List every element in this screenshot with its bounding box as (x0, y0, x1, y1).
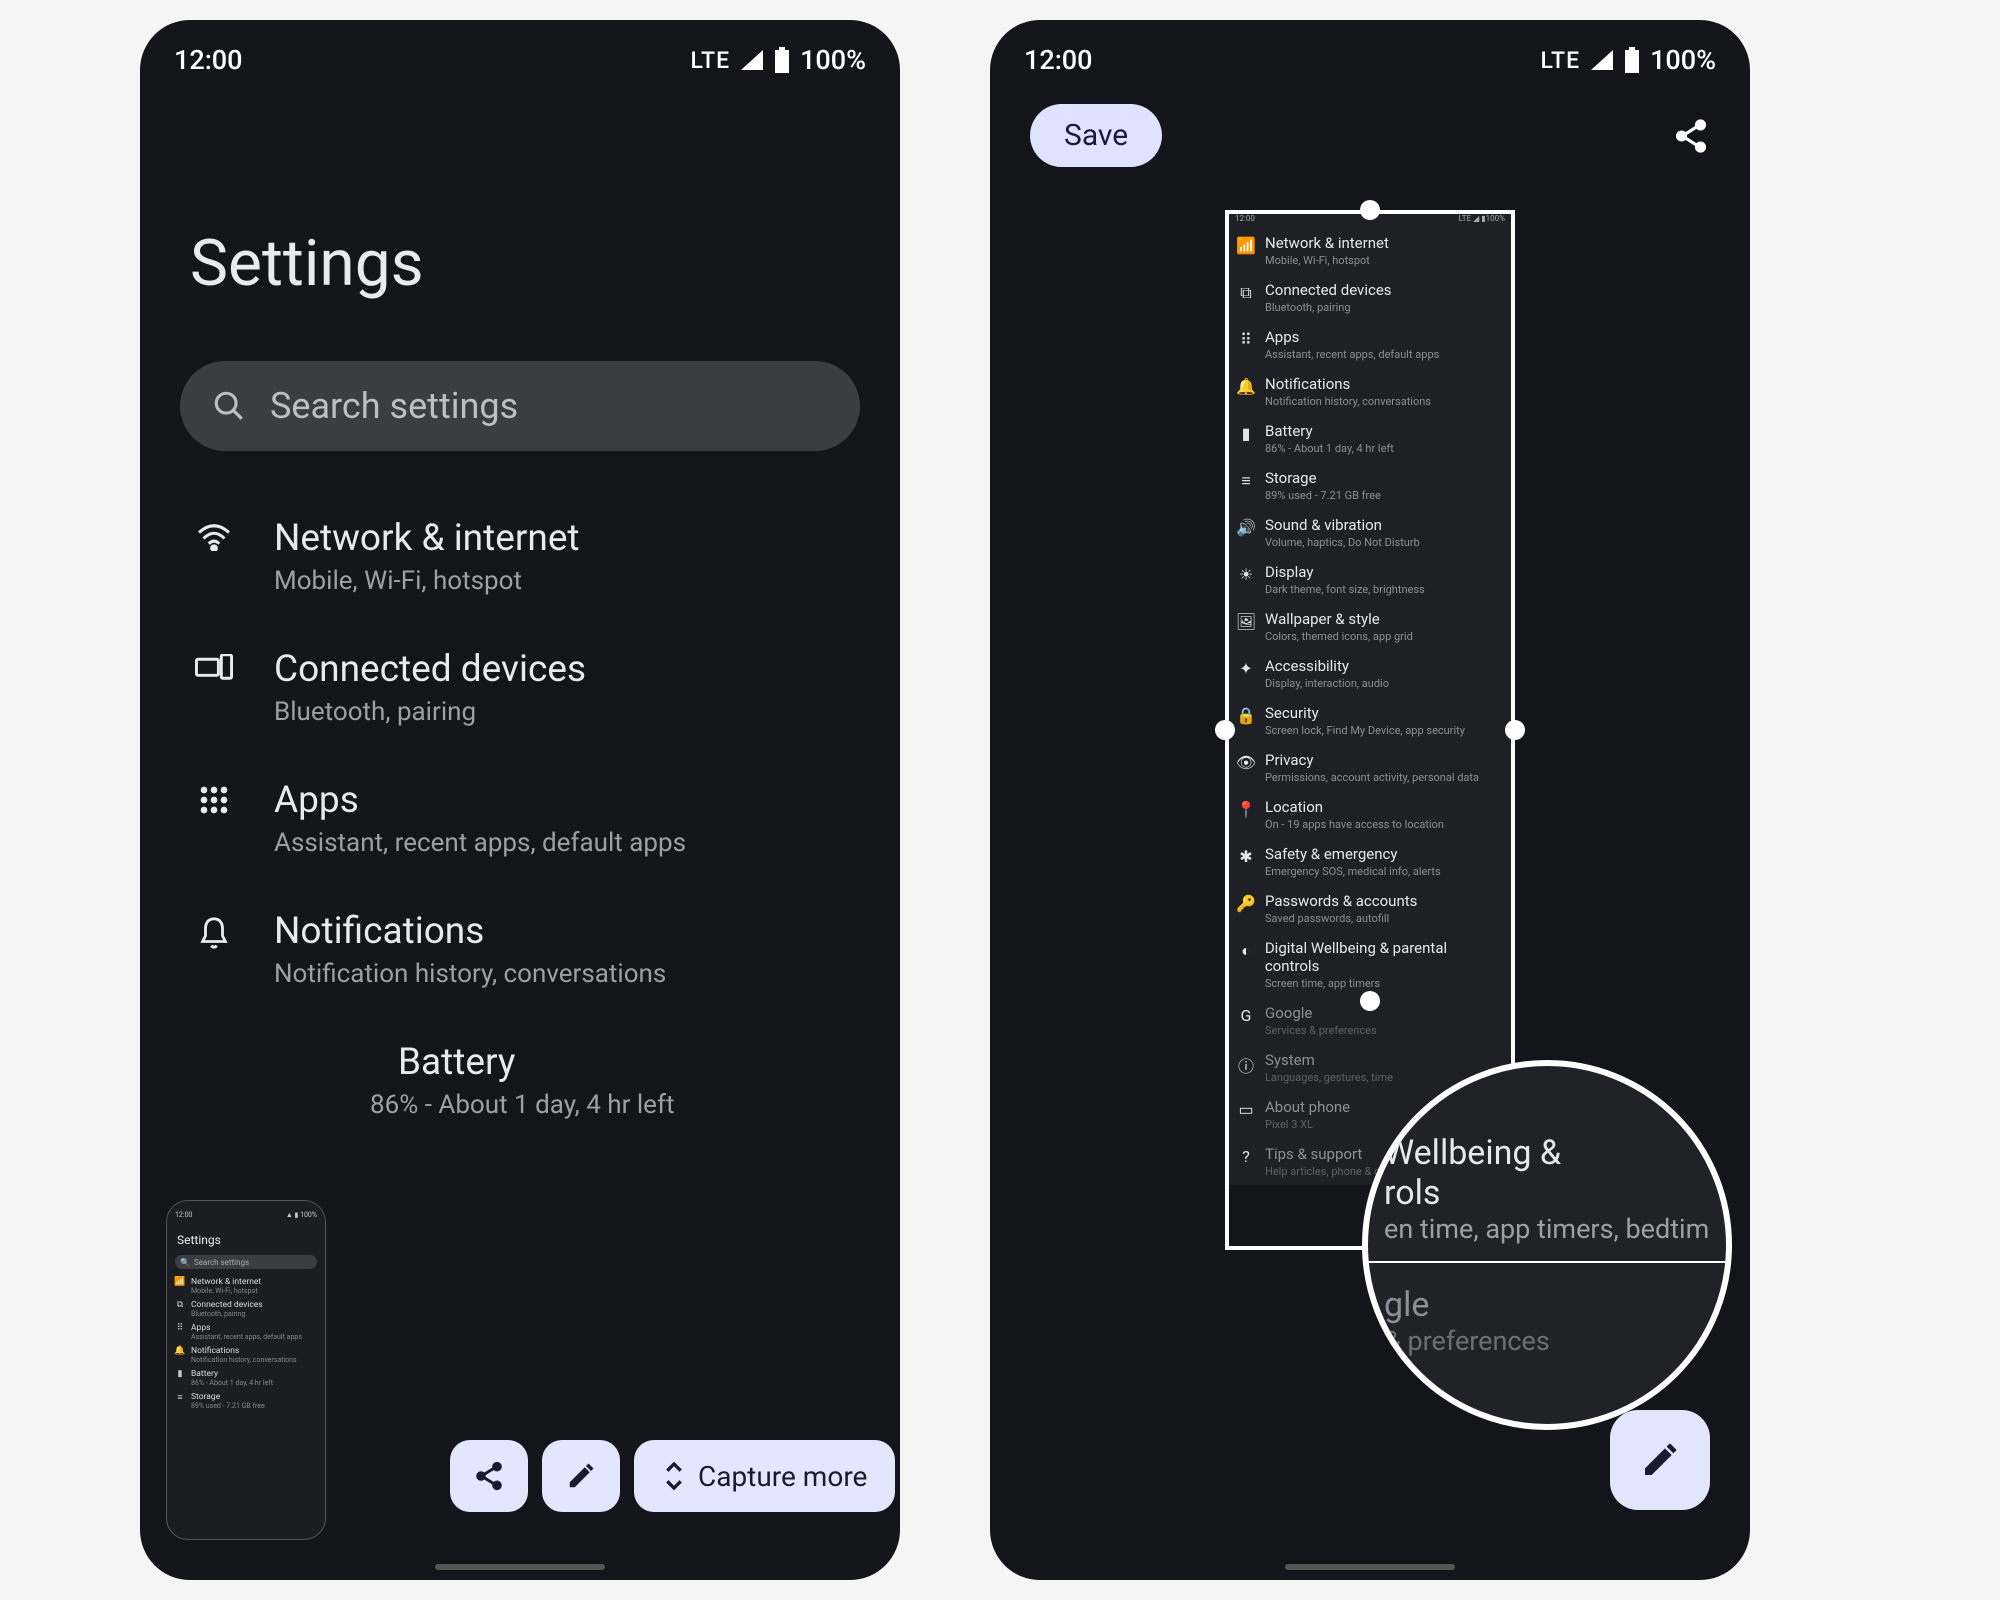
page-title: Settings (140, 86, 900, 361)
devices-icon (195, 654, 233, 682)
search-settings[interactable]: Search settings (180, 361, 860, 451)
settings-item-connected-devices[interactable]: Connected devicesBluetooth, pairing (140, 622, 900, 753)
crop-handle-left[interactable] (1215, 720, 1235, 740)
settings-item-battery[interactable]: Battery86% - About 1 day, 4 hr left (140, 1015, 900, 1146)
bell-icon (199, 916, 229, 950)
status-bar: 12:00 LTE 100% (140, 20, 900, 86)
crop-handle-bottom[interactable] (1360, 991, 1380, 1011)
long-screenshot-canvas[interactable]: 12:00LTE ◢ ▮100% 📶Network & internetMobi… (1225, 210, 1515, 1185)
settings-item-notifications[interactable]: NotificationsNotification history, conve… (140, 884, 900, 1015)
signal-icon (740, 49, 764, 71)
screenshot-actions: Capture more (450, 1440, 895, 1512)
search-icon (212, 389, 246, 423)
crop-handle-top[interactable] (1360, 200, 1380, 220)
status-network-label: LTE (690, 47, 730, 74)
status-bar: 12:00 LTE 100% (990, 20, 1750, 86)
signal-icon (1590, 49, 1614, 71)
phone-settings-main: 12:00 LTE 100% Settings Search settings … (140, 20, 900, 1580)
expand-vertical-icon (662, 1460, 686, 1492)
edit-fab[interactable] (1610, 1410, 1710, 1510)
battery-icon (1624, 47, 1640, 73)
status-battery-pct: 100% (800, 44, 866, 76)
navigation-handle[interactable] (435, 1564, 605, 1570)
share-icon[interactable] (1672, 117, 1710, 155)
capture-more-label: Capture more (698, 1460, 867, 1493)
magnifier-preview: Wellbeing & rols en time, app timers, be… (1362, 1060, 1732, 1430)
screenshot-thumbnail[interactable]: 12:00▲ ▮ 100% Settings 🔍Search settings … (166, 1200, 326, 1540)
edit-button[interactable] (542, 1440, 620, 1512)
apps-icon (199, 785, 229, 815)
capture-more-button[interactable]: Capture more (634, 1440, 895, 1512)
crop-handle-right[interactable] (1505, 720, 1525, 740)
save-button[interactable]: Save (1030, 104, 1162, 167)
settings-item-network[interactable]: Network & internetMobile, Wi-Fi, hotspot (140, 491, 900, 622)
wifi-icon (196, 523, 232, 551)
battery-icon (774, 47, 790, 73)
phone-screenshot-editor: 12:00 LTE 100% Save 12:00LTE ◢ ▮100% 📶Ne… (990, 20, 1750, 1580)
search-placeholder: Search settings (270, 385, 518, 427)
status-time: 12:00 (1024, 44, 1093, 76)
status-time: 12:00 (174, 44, 243, 76)
status-battery-pct: 100% (1650, 44, 1716, 76)
navigation-handle[interactable] (1285, 1564, 1455, 1570)
status-network-label: LTE (1540, 47, 1580, 74)
settings-item-apps[interactable]: AppsAssistant, recent apps, default apps (140, 753, 900, 884)
thumbnail-title: Settings (177, 1233, 315, 1247)
settings-list: Network & internetMobile, Wi-Fi, hotspot… (140, 491, 900, 1146)
share-button[interactable] (450, 1440, 528, 1512)
